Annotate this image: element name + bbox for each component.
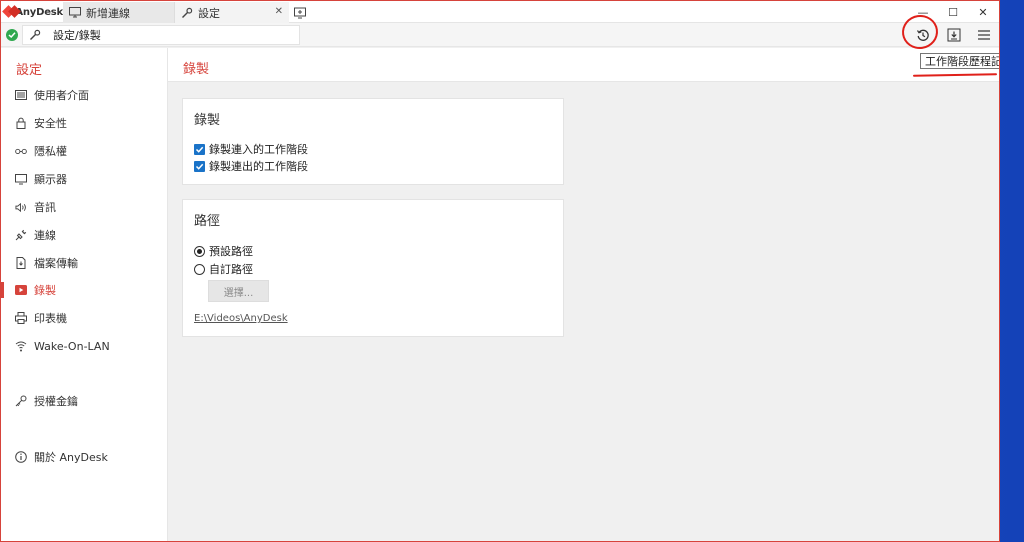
sidebar-item-label: 授權金鑰	[34, 395, 78, 408]
record-outgoing-checkbox[interactable]: 錄製連出的工作階段	[194, 158, 308, 174]
card-title: 錄製	[194, 113, 221, 128]
card-title: 路徑	[194, 214, 221, 229]
tab-settings[interactable]: 設定 ✕	[175, 2, 289, 23]
sidebar-item-label: 使用者介面	[34, 89, 89, 102]
radio-label: 預設路徑	[209, 245, 253, 258]
new-tab-icon[interactable]	[293, 5, 307, 19]
hamburger-icon	[978, 30, 990, 40]
checkbox-label: 錄製連入的工作階段	[209, 143, 308, 156]
maximize-button[interactable]: ☐	[939, 3, 967, 21]
download-button[interactable]	[944, 26, 964, 44]
choose-path-button[interactable]: 選擇...	[208, 280, 269, 302]
radio-selected-icon[interactable]	[194, 245, 205, 257]
key-icon	[15, 395, 27, 407]
info-icon	[15, 451, 27, 463]
tab-label: 新增連線	[86, 6, 130, 20]
tab-label: 設定	[198, 6, 220, 20]
monitor-icon	[69, 7, 81, 19]
title-bar: AnyDesk 新增連線 設定 ✕ — ☐ ✕	[1, 1, 999, 23]
sidebar-item-privacy[interactable]: 隱私權	[1, 139, 167, 163]
sidebar-item-label: 關於 AnyDesk	[34, 451, 108, 464]
anydesk-logo-icon	[2, 5, 21, 19]
sidebar-item-recording[interactable]: 錄製	[1, 278, 167, 302]
sidebar-item-security[interactable]: 安全性	[1, 111, 167, 135]
sidebar-item-label: 安全性	[34, 117, 67, 130]
address-text: 設定/錄製	[53, 29, 101, 42]
sidebar-title: 設定	[16, 63, 43, 78]
address-input[interactable]: 設定/錄製	[22, 25, 300, 45]
sidebar-item-connection[interactable]: 連線	[1, 223, 167, 247]
page-title: 錄製	[183, 62, 210, 77]
close-button[interactable]: ✕	[969, 3, 997, 21]
sidebar-item-label: 印表機	[34, 312, 67, 325]
app-name: AnyDesk	[15, 6, 63, 18]
sidebar-item-file-transfer[interactable]: 檔案傳輸	[1, 251, 167, 275]
plug-icon	[15, 229, 27, 241]
sidebar-item-label: 檔案傳輸	[34, 257, 78, 270]
wrench-icon	[23, 26, 47, 44]
sidebar-item-label: 錄製	[34, 284, 56, 297]
checkbox-checked-icon[interactable]	[194, 160, 205, 172]
radio-label: 自訂路徑	[209, 263, 253, 276]
display-icon	[15, 173, 27, 185]
sidebar-item-printer[interactable]: 印表機	[1, 306, 167, 330]
file-icon	[15, 257, 27, 269]
checkbox-checked-icon[interactable]	[194, 143, 205, 155]
session-history-tooltip: 工作階段歷程記錄	[920, 53, 999, 69]
sidebar-item-user-interface[interactable]: 使用者介面	[1, 83, 167, 107]
lock-icon	[15, 117, 27, 129]
sidebar-item-display[interactable]: 顯示器	[1, 167, 167, 191]
wrench-icon	[181, 7, 193, 19]
sidebar-item-about[interactable]: 關於 AnyDesk	[1, 445, 167, 469]
sidebar-item-audio[interactable]: 音訊	[1, 195, 167, 219]
checkbox-label: 錄製連出的工作階段	[209, 160, 308, 173]
sidebar-item-label: 顯示器	[34, 173, 67, 186]
record-incoming-checkbox[interactable]: 錄製連入的工作階段	[194, 141, 308, 157]
sidebar-item-label: Wake-On-LAN	[34, 339, 110, 353]
anydesk-window: AnyDesk 新增連線 設定 ✕ — ☐ ✕ 設定/錄製 設定 使用者介面 安…	[0, 0, 1000, 542]
menu-button[interactable]	[974, 26, 994, 44]
sidebar-item-label: 隱私權	[34, 145, 67, 158]
wifi-icon	[15, 340, 27, 352]
close-icon[interactable]: ✕	[275, 6, 283, 17]
radio-unselected-icon[interactable]	[194, 263, 205, 275]
path-card: 路徑 預設路徑 自訂路徑 選擇... E:\Videos\AnyDesk	[182, 199, 564, 337]
current-path-link[interactable]: E:\Videos\AnyDesk	[194, 313, 288, 324]
record-icon	[15, 284, 27, 296]
settings-sidebar: 設定 使用者介面 安全性 隱私權 顯示器 音訊 連線 檔案傳輸 錄製 印表機 W…	[1, 48, 168, 541]
sidebar-item-label: 音訊	[34, 201, 56, 214]
tab-new-connection[interactable]: 新增連線	[63, 2, 175, 23]
main-header: 錄製	[168, 48, 999, 82]
status-ok-icon	[6, 29, 18, 41]
main-content: 錄製 錄製 錄製連入的工作階段 錄製連出的工作階段 路徑 預設路徑 自訂路徑 選…	[168, 48, 999, 541]
address-bar: 設定/錄製	[1, 23, 999, 47]
monitor-list-icon	[15, 89, 27, 101]
download-icon	[947, 28, 961, 42]
printer-icon	[15, 312, 27, 324]
sidebar-item-wake-on-lan[interactable]: Wake-On-LAN	[1, 334, 167, 358]
custom-path-radio[interactable]: 自訂路徑	[194, 261, 253, 277]
app-brand: AnyDesk	[1, 1, 63, 23]
sidebar-item-license-key[interactable]: 授權金鑰	[1, 389, 167, 413]
recording-card: 錄製 錄製連入的工作階段 錄製連出的工作階段	[182, 98, 564, 185]
default-path-radio[interactable]: 預設路徑	[194, 243, 253, 259]
glasses-icon	[15, 145, 27, 157]
sidebar-item-label: 連線	[34, 229, 56, 242]
speaker-icon	[15, 201, 27, 213]
